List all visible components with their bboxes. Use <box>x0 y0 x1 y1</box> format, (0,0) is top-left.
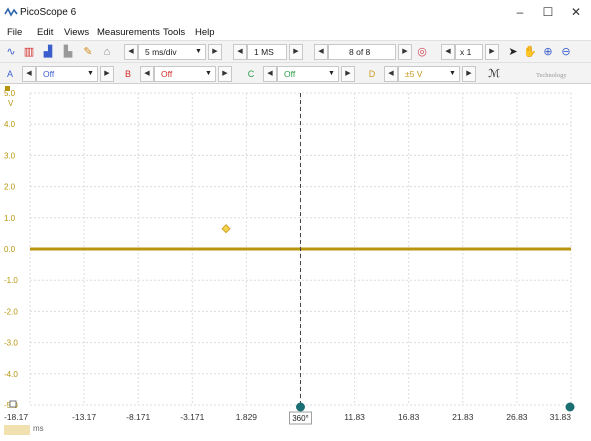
channel-d-decrease-button[interactable]: ◀ <box>384 66 398 82</box>
x-tick-label: 1.829 <box>236 412 258 422</box>
menu-file[interactable]: File <box>7 27 22 38</box>
capture-next-button[interactable]: ▶ <box>398 44 412 60</box>
home-icon[interactable]: ⌂ <box>99 45 115 59</box>
y-tick-label: -1.0 <box>4 276 18 285</box>
x-tick-label: -13.17 <box>72 412 96 422</box>
scope-mode-icon[interactable]: ∿ <box>3 45 19 59</box>
main-toolbar: ∿ ▥ ▟ ▙ ✎ ⌂ ◀ 5 ms/div ▼ ▶ ◀ 1 MS ▶ ◀ 8 … <box>0 40 591 62</box>
zoom-in-icon[interactable]: ⊕ <box>540 45 556 59</box>
pico-technology-logo: Technology <box>536 72 567 79</box>
time-ruler-label: 360° <box>292 414 309 423</box>
units-badge <box>4 425 30 435</box>
zoom-decrease-button[interactable]: ◀ <box>441 44 455 60</box>
channel-c-increase-button[interactable]: ▶ <box>341 66 355 82</box>
channel-options-icon[interactable]: ℳ <box>486 67 502 81</box>
channel-d-increase-button[interactable]: ▶ <box>462 66 476 82</box>
y-tick-label: 0.0 <box>4 245 16 254</box>
channel-b-increase-button[interactable]: ▶ <box>218 66 232 82</box>
samples-field[interactable]: 1 MS <box>247 44 287 60</box>
y-tick-label: 3.0 <box>4 151 16 160</box>
channel-a-range-select[interactable]: Off ▼ <box>36 66 98 82</box>
origin-marker <box>9 400 17 408</box>
channel-c-decrease-button[interactable]: ◀ <box>263 66 277 82</box>
x-tick-label: -18.17 <box>4 412 28 422</box>
channel-d-range-select[interactable]: ±5 V ▼ <box>398 66 460 82</box>
y-tick-label: 1.0 <box>4 214 16 223</box>
x-units-label: ms <box>33 424 44 433</box>
menu-measurements[interactable]: Measurements <box>97 27 160 38</box>
menu-bar: File Edit Views Measurements Tools Help <box>0 24 591 40</box>
timebase-select[interactable]: 5 ms/div ▼ <box>138 44 206 60</box>
channel-b-decrease-button[interactable]: ◀ <box>140 66 154 82</box>
window-title: PicoScope 6 <box>20 7 77 18</box>
channel-b-tag[interactable]: B <box>120 66 136 82</box>
spectrum-mode-icon[interactable]: ▟ <box>40 45 56 59</box>
y-tick-label: -4.0 <box>4 370 18 379</box>
scope-view[interactable]: 5.04.03.02.01.00.0-1.0-2.0-3.0-4.0-5.0V-… <box>0 85 591 441</box>
x-tick-label: 11.83 <box>344 412 365 422</box>
chevron-down-icon: ▼ <box>328 70 335 77</box>
picoscope-app-icon <box>4 7 18 17</box>
x-tick-label: 26.83 <box>506 412 528 422</box>
channel-b-range-select[interactable]: Off ▼ <box>154 66 216 82</box>
channel-a-tag[interactable]: A <box>2 66 18 82</box>
chevron-down-icon: ▼ <box>205 70 212 77</box>
zoom-field[interactable]: x 1 <box>455 44 483 60</box>
y-tick-label: 2.0 <box>4 183 16 192</box>
x-tick-label: -8.171 <box>126 412 150 422</box>
x-tick-label: 16.83 <box>398 412 420 422</box>
timebase-increase-button[interactable]: ▶ <box>208 44 222 60</box>
zoom-increase-button[interactable]: ▶ <box>485 44 499 60</box>
channel-d-tag[interactable]: D <box>364 66 380 82</box>
channel-c-range-select[interactable]: Off ▼ <box>277 66 339 82</box>
y-units-label: V <box>8 99 14 108</box>
capture-previous-button[interactable]: ◀ <box>314 44 328 60</box>
channel-c-tag[interactable]: C <box>243 66 259 82</box>
x-tick-label: 31.83 <box>550 412 572 422</box>
title-bar: PicoScope 6 – ☐ ✕ <box>0 0 591 24</box>
timebase-decrease-button[interactable]: ◀ <box>124 44 138 60</box>
y-tick-label: -3.0 <box>4 339 18 348</box>
menu-tools[interactable]: Tools <box>163 27 185 38</box>
persistence-mode-icon[interactable]: ▥ <box>21 45 37 59</box>
x-tick-label: 21.83 <box>452 412 474 422</box>
close-button[interactable]: ✕ <box>561 2 591 22</box>
y-tick-label: 4.0 <box>4 120 16 129</box>
samples-increase-button[interactable]: ▶ <box>289 44 303 60</box>
time-ruler-handle-right <box>565 402 575 412</box>
trigger-marker <box>221 224 231 234</box>
x-tick-label: -3.171 <box>180 412 204 422</box>
channel-d-marker <box>5 86 10 91</box>
zoom-out-icon[interactable]: ⊖ <box>558 45 574 59</box>
time-ruler-handle <box>295 402 305 412</box>
y-tick-label: -2.0 <box>4 307 18 316</box>
menu-edit[interactable]: Edit <box>37 27 53 38</box>
channel-a-decrease-button[interactable]: ◀ <box>22 66 36 82</box>
channel-a-increase-button[interactable]: ▶ <box>100 66 114 82</box>
oscilloscope-plot[interactable]: 5.04.03.02.01.00.0-1.0-2.0-3.0-4.0-5.0V-… <box>0 85 591 441</box>
minimize-button[interactable]: – <box>505 2 535 22</box>
maximize-button[interactable]: ☐ <box>533 2 563 22</box>
stopwatch-icon[interactable]: ◎ <box>414 45 430 59</box>
capture-count-field: 8 of 8 <box>328 44 396 60</box>
hand-tool-icon[interactable]: ✋ <box>522 45 538 59</box>
spectrum-alt-icon[interactable]: ▙ <box>60 45 76 59</box>
chevron-down-icon: ▼ <box>195 48 202 55</box>
samples-decrease-button[interactable]: ◀ <box>233 44 247 60</box>
pointer-tool-icon[interactable]: ➤ <box>505 45 521 59</box>
menu-views[interactable]: Views <box>64 27 89 38</box>
channel-toolbar: A ◀ Off ▼ ▶ B ◀ Off ▼ ▶ C ◀ Off ▼ ▶ D ◀ … <box>0 62 591 84</box>
probe-icon[interactable]: ✎ <box>80 45 96 59</box>
chevron-down-icon: ▼ <box>449 70 456 77</box>
chevron-down-icon: ▼ <box>87 70 94 77</box>
menu-help[interactable]: Help <box>195 27 215 38</box>
